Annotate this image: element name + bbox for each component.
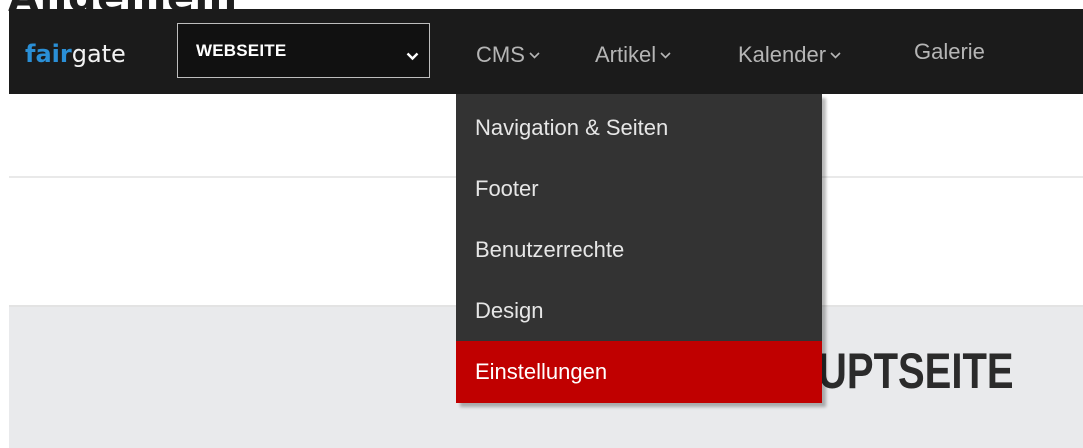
nav-item-cms[interactable]: CMS [476, 40, 540, 67]
chevron-down-icon [660, 40, 671, 64]
nav-item-artikel[interactable]: Artikel [595, 40, 671, 67]
menu-item-benutzerrechte[interactable]: Benutzerrechte [456, 219, 822, 281]
top-navbar: fairgate WEBSEITE CMS Artikel Kalender G… [9, 9, 1083, 94]
nav-item-label: CMS [476, 42, 525, 67]
nav-item-label: Galerie [914, 39, 985, 64]
nav-item-label: Artikel [595, 42, 657, 67]
menu-item-navigation-seiten[interactable]: Navigation & Seiten [456, 97, 822, 159]
section-title: UPTSEITE [818, 343, 1014, 399]
menu-item-design[interactable]: Design [456, 280, 822, 342]
menu-item-footer[interactable]: Footer [456, 158, 822, 220]
site-select-value: WEBSEITE [196, 41, 287, 60]
nav-item-label: Kalender [738, 42, 827, 67]
nav-item-galerie[interactable]: Galerie [914, 40, 985, 64]
menu-item-einstellungen[interactable]: Einstellungen [456, 341, 822, 403]
logo-gate: gate [71, 40, 126, 68]
fairgate-logo[interactable]: fairgate [25, 42, 126, 66]
logo-fair: fair [25, 40, 72, 68]
chevron-down-icon [830, 40, 841, 64]
site-select[interactable]: WEBSEITE [177, 23, 430, 78]
nav-item-kalender[interactable]: Kalender [738, 40, 841, 67]
cms-dropdown-menu: Navigation & Seiten Footer Benutzerrecht… [456, 94, 822, 403]
chevron-down-icon [529, 40, 540, 64]
chevron-down-icon [406, 48, 419, 66]
